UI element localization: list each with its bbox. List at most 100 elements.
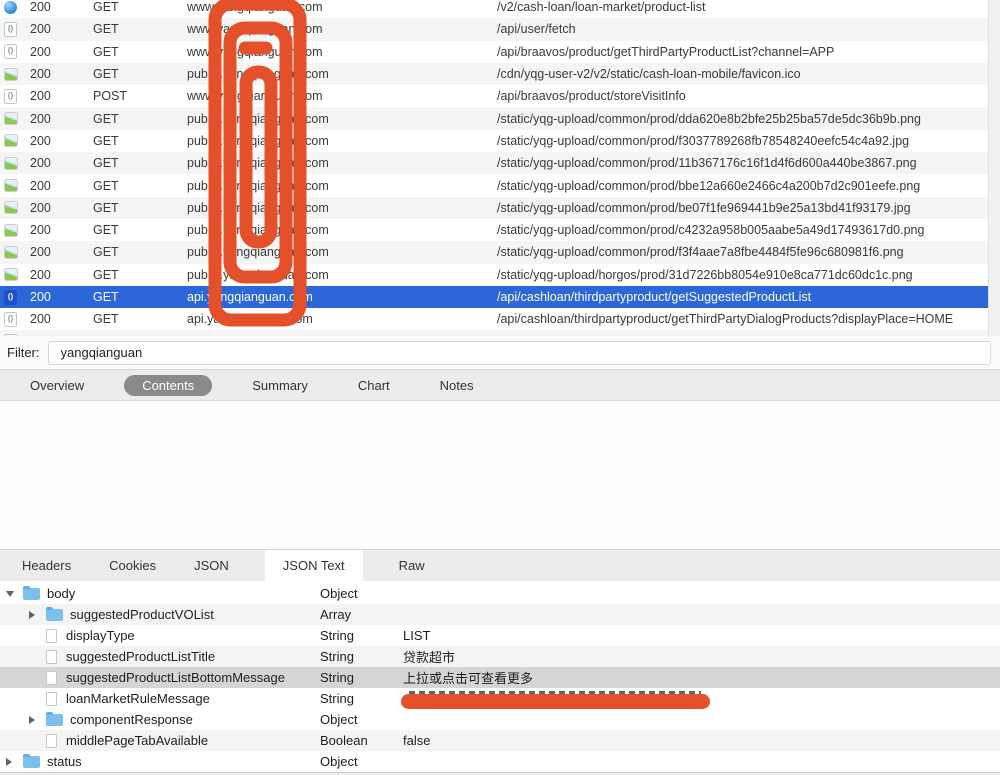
json-tree: body Object suggestedProductVOList Array…: [0, 583, 1000, 772]
http-method: POST: [93, 89, 128, 104]
tab-cookies[interactable]: Cookies: [107, 550, 158, 581]
image-icon: [4, 134, 30, 148]
image-icon: [4, 179, 30, 193]
charles-proxy-window: 200 GET www.yangqianguan.com /v2/cash-lo…: [0, 0, 1000, 775]
table-scrollbar-track[interactable]: [988, 0, 1000, 336]
table-row[interactable]: () 200 GET www.yangqianguan.com /api/bra…: [0, 41, 1000, 63]
value-text: LIST: [403, 628, 431, 643]
http-method: GET: [93, 22, 119, 37]
json-tree-row[interactable]: loanMarketRuleMessage String: [0, 688, 1000, 709]
key-name: suggestedProductListTitle: [66, 649, 216, 664]
host: public.yangqianguan.com: [187, 223, 329, 238]
filter-label: Filter:: [7, 345, 40, 360]
host: public.yangqianguan.com: [187, 245, 329, 260]
file-icon: [46, 670, 57, 685]
table-row[interactable]: (): [0, 330, 1000, 336]
table-row[interactable]: 200 GET www.yangqianguan.com /v2/cash-lo…: [0, 0, 1000, 18]
status-code: 200: [30, 67, 51, 82]
path: /v2/cash-loan/loan-market/product-list: [497, 0, 706, 15]
path: /api/cashloan/thirdpartyproduct/getSugge…: [497, 290, 812, 304]
key-name: loanMarketRuleMessage: [66, 691, 210, 706]
value-type: String: [320, 628, 354, 643]
image-icon: [4, 268, 30, 282]
json-tree-row[interactable]: status Object: [0, 751, 1000, 772]
table-row[interactable]: () 200 GET api.yangqianguan.com /api/cas…: [0, 285, 1000, 309]
key-name: middlePageTabAvailable: [66, 733, 209, 748]
table-row[interactable]: 200 GET public.yangqianguan.com /static/…: [0, 196, 1000, 219]
json-tree-row[interactable]: body Object: [0, 583, 1000, 604]
tab-json-text[interactable]: JSON Text: [264, 550, 363, 581]
http-method: GET: [93, 312, 119, 327]
http-method: GET: [93, 44, 119, 59]
table-row[interactable]: 200 GET public.yangqianguan.com /static/…: [0, 130, 1000, 152]
tab-overview[interactable]: Overview: [20, 375, 94, 396]
table-row[interactable]: 200 GET public.yangqianguan.com /cdn/yqg…: [0, 62, 1000, 86]
value-text: 贷款超市: [403, 650, 456, 665]
tab-contents[interactable]: Contents: [124, 374, 213, 396]
table-row[interactable]: () 200 GET api.yangqianguan.com /api/cas…: [0, 308, 1000, 330]
image-icon: [4, 67, 30, 81]
contents-tab-bar: Overview Contents Summary Chart Notes: [0, 369, 1000, 401]
path: /static/yqg-upload/common/prod/bbe12a660…: [497, 178, 921, 193]
path: /api/braavos/product/getThirdPartyProduc…: [497, 44, 835, 59]
status-code: 200: [30, 245, 51, 260]
table-row[interactable]: 200 GET public.yangqianguan.com /static/…: [0, 152, 1000, 175]
disclosure-triangle[interactable]: [29, 610, 41, 619]
tab-raw[interactable]: Raw: [397, 550, 427, 581]
json-tree-row[interactable]: middlePageTabAvailable Boolean false: [0, 730, 1000, 751]
status-code: 200: [30, 0, 51, 15]
status-code: 200: [30, 156, 51, 171]
http-method: GET: [93, 133, 119, 148]
json-tree-row[interactable]: componentResponse Object: [0, 709, 1000, 730]
host: public.yangqianguan.com: [187, 111, 329, 126]
status-code: 200: [30, 312, 51, 327]
table-row[interactable]: 200 GET public.yangqianguan.com /static/…: [0, 241, 1000, 264]
path: /static/yqg-upload/common/prod/f30377892…: [497, 133, 910, 148]
status-code: 200: [30, 290, 51, 304]
json-tree-row[interactable]: suggestedProductVOList Array: [0, 604, 1000, 625]
globe-icon: [4, 0, 30, 14]
value-text: false: [403, 733, 431, 748]
http-method: GET: [93, 67, 119, 82]
status-code: 200: [30, 200, 51, 215]
tab-json[interactable]: JSON: [192, 550, 231, 581]
disclosure-triangle[interactable]: [6, 590, 18, 597]
table-row[interactable]: () 200 GET www.yangqianguan.com /api/use…: [0, 18, 1000, 41]
http-method: GET: [93, 267, 119, 282]
http-method: GET: [93, 200, 119, 215]
table-row[interactable]: 200 GET public.yangqianguan.com /static/…: [0, 174, 1000, 196]
status-code: 200: [30, 178, 51, 193]
path: /static/yqg-upload/common/prod/11b367176…: [497, 156, 917, 171]
table-row[interactable]: 200 GET public.yangqianguan.com /static/…: [0, 264, 1000, 286]
filter-input[interactable]: [47, 340, 991, 365]
json-doc-icon: (): [4, 88, 30, 104]
image-icon: [4, 156, 30, 170]
filter-bar: Filter:: [0, 336, 1000, 369]
http-method: GET: [93, 223, 119, 238]
table-row[interactable]: () 200 POST www.yangqianguan.com /api/br…: [0, 85, 1000, 107]
json-tree-row[interactable]: suggestedProductListBottomMessage String…: [0, 667, 1000, 688]
json-tree-row[interactable]: displayType String LIST: [0, 625, 1000, 646]
disclosure-triangle[interactable]: [29, 715, 41, 724]
key-name: suggestedProductVOList: [70, 607, 214, 622]
disclosure-triangle[interactable]: [6, 757, 18, 766]
key-name: displayType: [66, 628, 135, 643]
key-name: body: [47, 586, 76, 601]
value-type: String: [320, 649, 354, 664]
json-tree-row[interactable]: suggestedProductListTitle String 贷款超市: [0, 646, 1000, 667]
status-code: 200: [30, 89, 51, 104]
tab-summary[interactable]: Summary: [242, 375, 318, 396]
table-row[interactable]: 200 GET public.yangqianguan.com /static/…: [0, 107, 1000, 130]
tab-chart[interactable]: Chart: [348, 375, 400, 396]
path: /static/yqg-upload/common/prod/f3f4aae7a…: [497, 245, 904, 260]
status-code: 200: [30, 44, 51, 59]
tab-notes[interactable]: Notes: [430, 375, 484, 396]
tab-headers[interactable]: Headers: [20, 550, 73, 581]
table-row[interactable]: 200 GET public.yangqianguan.com /static/…: [0, 219, 1000, 241]
host: www.yangqianguan.com: [187, 44, 323, 59]
status-code: 200: [30, 223, 51, 238]
path: /static/yqg-upload/common/prod/dda620e8b…: [497, 111, 921, 126]
host: www.yangqianguan.com: [187, 22, 323, 37]
http-method: GET: [93, 156, 119, 171]
file-icon: [46, 649, 57, 664]
